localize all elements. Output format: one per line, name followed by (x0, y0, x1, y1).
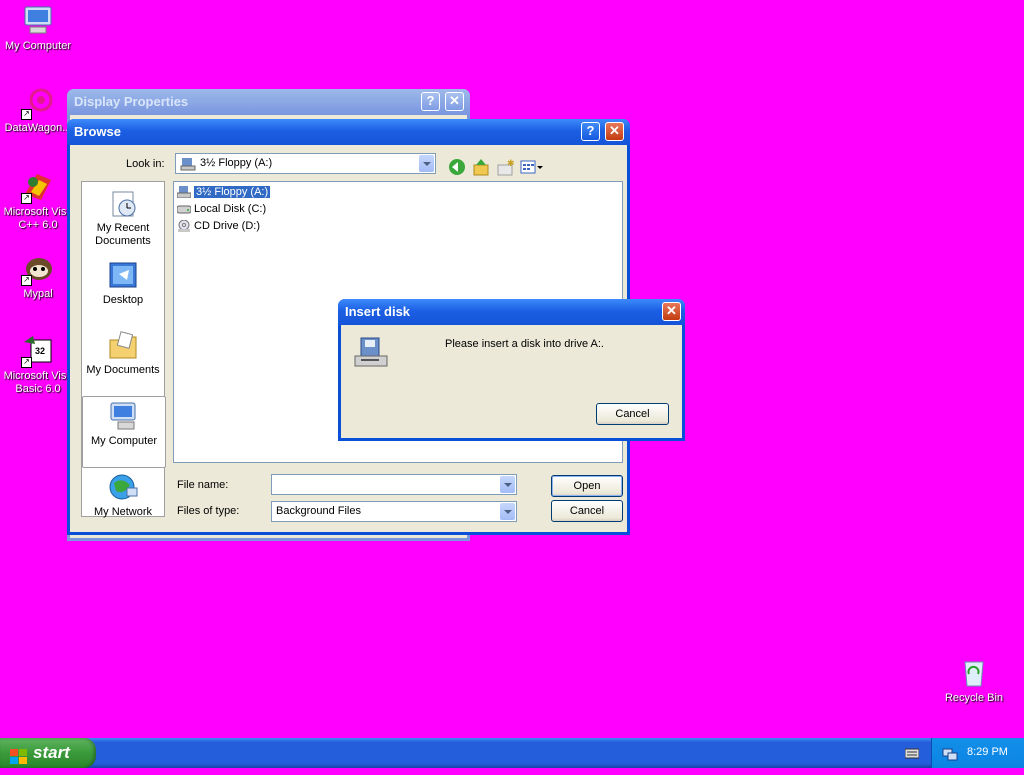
place-my-network[interactable]: My Network (82, 472, 164, 519)
clock[interactable]: 8:29 PM (967, 746, 1008, 758)
place-my-computer[interactable]: My Computer (82, 396, 166, 468)
file-name-label: File name: (177, 479, 229, 491)
hard-disk-icon (176, 203, 192, 215)
svg-text:32: 32 (35, 346, 45, 356)
shortcut-arrow-icon: ↗ (21, 357, 32, 368)
desktop-icon-datawagon[interactable]: ↗ DataWagon... (0, 86, 76, 135)
place-label: My Computer (90, 435, 158, 447)
place-my-documents[interactable]: My Documents (82, 330, 164, 377)
my-computer-icon (108, 401, 140, 433)
close-button[interactable]: ✕ (662, 302, 681, 321)
message-text: Please insert a disk into drive A:. (445, 338, 604, 350)
help-button[interactable]: ? (581, 122, 600, 141)
keyboard-icon[interactable] (904, 747, 920, 762)
shortcut-arrow-icon: ↗ (21, 193, 32, 204)
mypal-icon: ↗ (21, 252, 55, 286)
close-button[interactable]: ✕ (605, 122, 624, 141)
file-name-field[interactable] (271, 474, 517, 495)
recent-documents-icon (107, 188, 139, 220)
help-button[interactable]: ? (421, 92, 440, 111)
network-icon[interactable] (942, 745, 958, 764)
visual-basic-icon: 32 ↗ (21, 334, 55, 368)
system-tray: 8:29 PM (931, 738, 1024, 768)
start-label: start (33, 743, 70, 762)
look-in-value: 3½ Floppy (A:) (200, 157, 273, 169)
desktop-icon-label: Mypal (23, 288, 53, 300)
chevron-down-icon[interactable] (500, 503, 515, 520)
place-desktop[interactable]: Desktop (82, 260, 164, 307)
files-of-type-dropdown[interactable]: Background Files (271, 501, 517, 522)
desktop-icon-mypal[interactable]: ↗ Mypal (0, 252, 76, 301)
list-item[interactable]: CD Drive (D:) (176, 218, 262, 234)
place-label: My Network (93, 506, 153, 518)
desktop-icon-label: Microsoft Visu Basic 6.0 (3, 370, 73, 395)
file-name: 3½ Floppy (A:) (194, 186, 271, 198)
desktop-icon-my-computer[interactable]: My Computer (0, 4, 76, 53)
my-computer-icon (21, 4, 55, 38)
place-label: Desktop (102, 294, 144, 306)
files-of-type-label: Files of type: (177, 505, 240, 517)
cancel-button[interactable]: Cancel (596, 403, 669, 425)
window-title: Display Properties (74, 94, 189, 109)
file-name: Local Disk (C:) (194, 203, 267, 215)
windows-logo-icon (10, 745, 28, 775)
look-in-label: Look in: (126, 158, 165, 170)
back-icon[interactable] (448, 158, 466, 176)
close-button[interactable]: ✕ (445, 92, 464, 111)
floppy-drive-icon (176, 186, 192, 199)
my-documents-icon (107, 330, 139, 362)
chevron-down-icon[interactable] (500, 476, 515, 493)
display-properties-titlebar[interactable]: Display Properties ? ✕ (67, 89, 470, 115)
file-name: CD Drive (D:) (194, 220, 260, 232)
new-folder-icon[interactable]: ✱ (496, 158, 515, 176)
floppy-drive-icon (353, 336, 389, 373)
place-label: My Recent Documents (95, 222, 151, 247)
look-in-dropdown[interactable]: 3½ Floppy (A:) (175, 153, 436, 174)
places-bar: My Recent Documents Desktop My Documents… (81, 181, 166, 519)
visual-cpp-icon: ↗ (21, 170, 55, 204)
desktop-icon (107, 260, 139, 292)
datawagon-icon: ↗ (21, 86, 55, 120)
svg-text:✱: ✱ (507, 158, 514, 168)
desktop-icon-recycle-bin[interactable]: Recycle Bin (936, 656, 1012, 705)
list-item[interactable]: 3½ Floppy (A:) (176, 184, 272, 200)
floppy-drive-icon (180, 157, 196, 178)
chevron-down-icon[interactable] (419, 155, 434, 172)
shortcut-arrow-icon: ↗ (21, 275, 32, 286)
cd-drive-icon (177, 219, 191, 232)
taskbar: start 8:29 PM (0, 738, 1024, 768)
up-folder-icon[interactable] (472, 158, 490, 176)
list-item[interactable]: Local Disk (C:) (176, 201, 268, 217)
cancel-button[interactable]: Cancel (551, 500, 623, 522)
insert-disk-dialog[interactable]: Insert disk ✕ Please insert a disk into … (338, 299, 685, 441)
desktop-icon-visual-basic[interactable]: 32 ↗ Microsoft Visu Basic 6.0 (0, 334, 76, 396)
desktop-icon-label: DataWagon... (4, 122, 72, 134)
insert-disk-titlebar[interactable]: Insert disk ✕ (338, 299, 685, 325)
files-of-type-value: Background Files (276, 505, 361, 517)
desktop-icon-label: Microsoft Visu C++ 6.0 (3, 206, 73, 231)
desktop-icon-label: Recycle Bin (944, 692, 1004, 704)
recycle-bin-icon (957, 656, 991, 690)
place-label: My Documents (86, 364, 160, 376)
browse-titlebar[interactable]: Browse ? ✕ (67, 119, 630, 145)
shortcut-arrow-icon: ↗ (21, 109, 32, 120)
open-button[interactable]: Open (551, 475, 623, 497)
window-title: Browse (74, 124, 121, 139)
desktop-icon-visual-cpp[interactable]: ↗ Microsoft Visu C++ 6.0 (0, 170, 76, 232)
view-menu-icon[interactable] (520, 158, 544, 176)
my-network-icon (107, 472, 139, 504)
place-my-recent-documents[interactable]: My Recent Documents (82, 188, 164, 248)
desktop-icon-label: My Computer (4, 40, 72, 52)
window-title: Insert disk (345, 304, 411, 319)
start-button[interactable]: start (0, 738, 96, 768)
